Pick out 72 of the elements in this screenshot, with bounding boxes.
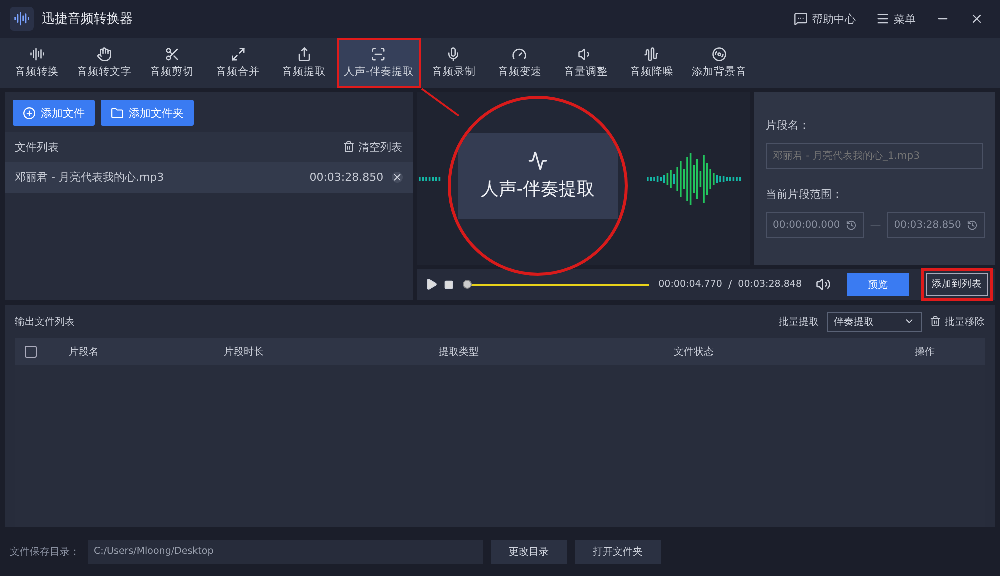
batch-remove-button[interactable]: 批量移除 (930, 314, 985, 328)
range-dash: — (870, 218, 882, 232)
open-folder-button[interactable]: 打开文件夹 (575, 540, 661, 564)
preview-button[interactable]: 预览 (847, 273, 909, 296)
gauge-icon (512, 47, 528, 62)
trash-icon (342, 141, 355, 153)
leader-line (421, 88, 461, 118)
stop-button[interactable] (444, 280, 454, 290)
save-path-field[interactable]: C:/Users/Mloong/Desktop (88, 540, 483, 564)
end-time-field[interactable]: 00:03:28.850 (887, 212, 986, 238)
chat-icon (794, 12, 808, 26)
add-to-list-button[interactable]: 添加到列表 (926, 273, 988, 296)
segment-name-field[interactable]: 邓丽君 - 月亮代表我的心_1.mp3 (766, 143, 983, 169)
start-time-field[interactable]: 00:00:00.000 (766, 212, 864, 238)
share-icon (296, 47, 312, 62)
tool-tab[interactable]: 音频提取 (271, 38, 337, 88)
add-folder-button[interactable]: 添加文件夹 (101, 100, 194, 126)
file-name: 邓丽君 - 月亮代表我的心.mp3 (15, 170, 166, 185)
callout-label: 人声-伴奏提取 (480, 178, 596, 201)
total-time: 00:03:28.848 (738, 279, 802, 290)
tool-tab[interactable]: 音频剪切 (139, 38, 205, 88)
waveform-icon (644, 47, 660, 62)
select-all-checkbox[interactable] (25, 346, 37, 358)
tool-tab[interactable]: 音频合并 (205, 38, 271, 88)
change-folder-button[interactable]: 更改目录 (491, 540, 567, 564)
file-row[interactable]: 邓丽君 - 月亮代表我的心.mp3 00:03:28.850 (5, 162, 413, 193)
column-header: 文件状态 (674, 346, 715, 358)
clear-list-button[interactable]: 清空列表 (342, 140, 403, 154)
tool-tab[interactable]: 人声-伴奏提取 (337, 38, 421, 88)
volume-icon[interactable] (816, 277, 831, 292)
add-file-button[interactable]: 添加文件 (13, 100, 95, 126)
current-time: 00:00:04.770 (658, 279, 722, 290)
menu-button[interactable]: 菜单 (870, 12, 922, 26)
trash-icon (930, 316, 941, 327)
tool-tab[interactable]: 音量调整 (552, 38, 619, 88)
tool-tab[interactable]: 音频录制 (420, 38, 487, 88)
plus-circle-icon (23, 106, 36, 120)
tool-tab[interactable]: 音频变速 (486, 38, 553, 88)
folder-icon (111, 106, 124, 120)
time-slash: / (728, 278, 732, 291)
slider-thumb[interactable] (463, 280, 472, 289)
column-header: 片段时长 (224, 346, 265, 358)
help-button[interactable]: 帮助中心 (788, 12, 862, 26)
scissors-icon (164, 47, 180, 62)
column-header: 片段名 (69, 346, 100, 358)
sound-wave-icon (30, 47, 44, 62)
extract-type-dropdown[interactable]: 伴奏提取 (827, 312, 922, 332)
save-folder-label: 文件保存目录： (10, 546, 80, 558)
hand-icon (97, 47, 112, 62)
remove-icon[interactable] (392, 172, 403, 183)
segment-range-label: 当前片段范围： (766, 187, 844, 202)
file-list-title: 文件列表 (15, 140, 59, 154)
reset-icon (846, 220, 858, 230)
tool-tab[interactable]: 添加背景音 (684, 38, 754, 88)
window-title: 迅捷音频转换器 (42, 11, 134, 28)
close-icon (970, 12, 984, 26)
column-header: 操作 (915, 346, 936, 358)
microphone-icon (446, 47, 462, 62)
column-header: 提取类型 (439, 346, 480, 358)
play-button[interactable] (424, 278, 438, 291)
tool-tab[interactable]: 音频降噪 (618, 38, 685, 88)
disc-icon (712, 47, 727, 62)
sound-bars-icon (14, 11, 30, 27)
file-duration: 00:03:28.850 (310, 171, 384, 184)
tool-tab[interactable]: 音频转换 (4, 38, 70, 88)
segment-name-label: 片段名： (766, 118, 811, 133)
menu-icon (876, 12, 890, 26)
batch-extract-label: 批量提取 (779, 316, 819, 328)
output-list-title: 输出文件列表 (15, 316, 76, 328)
reset-icon (967, 220, 978, 230)
expand-icon (230, 47, 246, 62)
tool-tab[interactable]: 音频转文字 (70, 38, 139, 88)
